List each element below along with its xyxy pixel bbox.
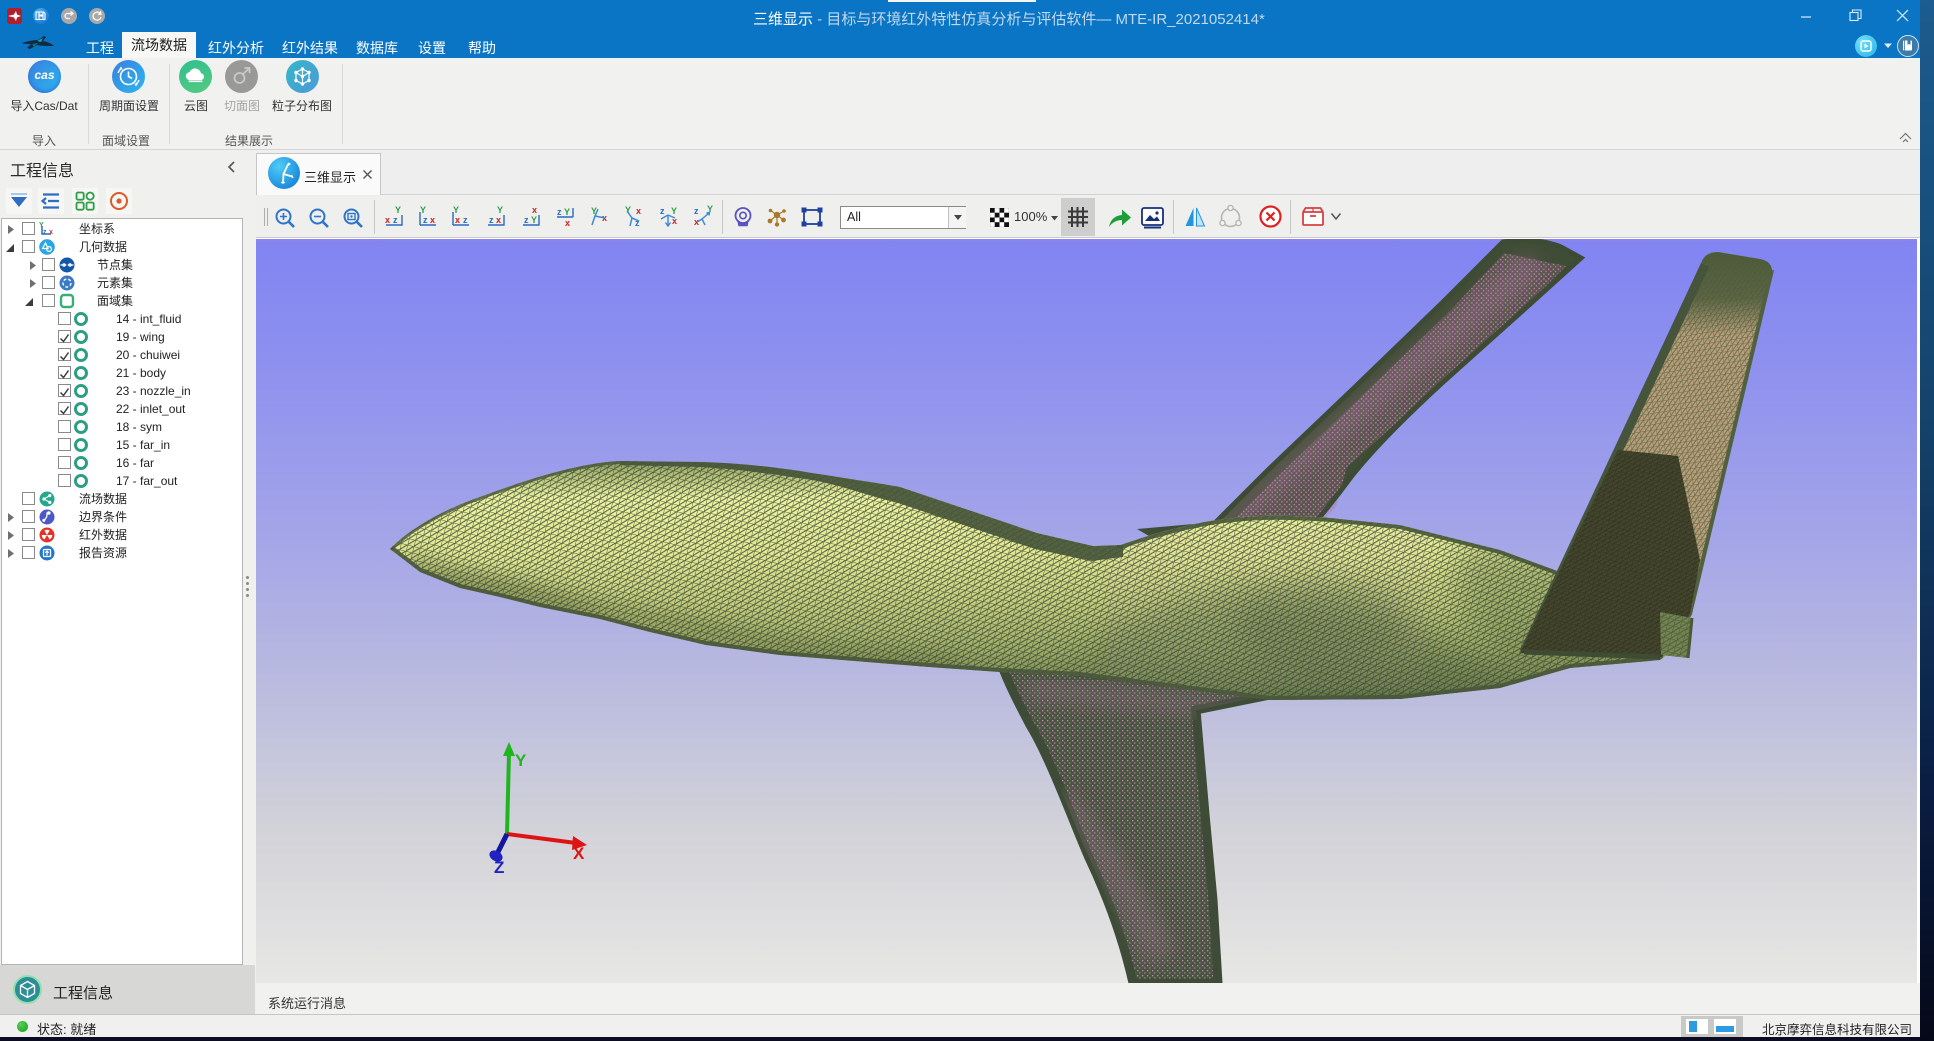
svg-text:z: z — [660, 206, 665, 216]
svg-text:z: z — [489, 215, 494, 225]
svg-text:x: x — [496, 215, 501, 225]
svg-text:x: x — [385, 215, 390, 225]
svg-text:Y: Y — [453, 205, 459, 215]
svg-text:Y: Y — [531, 215, 537, 225]
svg-text:x: x — [565, 218, 570, 228]
svg-text:Y: Y — [671, 206, 677, 216]
svg-text:Y: Y — [497, 205, 503, 215]
svg-text:z: z — [524, 215, 529, 225]
svg-text:x: x — [430, 215, 435, 225]
svg-text:z: z — [557, 207, 562, 217]
svg-text:Y: Y — [395, 205, 401, 215]
svg-text:Y: Y — [39, 222, 44, 229]
svg-text:z: z — [43, 229, 47, 236]
svg-text:z: z — [423, 215, 428, 225]
svg-text:x: x — [49, 229, 53, 236]
svg-text:X: X — [573, 844, 585, 863]
svg-text:Y: Y — [515, 751, 527, 770]
svg-text:Y: Y — [420, 205, 426, 215]
svg-text:z: z — [694, 206, 699, 216]
svg-text:Z: Z — [494, 858, 504, 877]
svg-text:x: x — [532, 205, 537, 215]
svg-text:z: z — [463, 215, 468, 225]
svg-text:Y: Y — [564, 207, 570, 217]
svg-text:z: z — [393, 215, 398, 225]
svg-text:x: x — [455, 215, 460, 225]
svg-text:x: x — [636, 206, 641, 216]
